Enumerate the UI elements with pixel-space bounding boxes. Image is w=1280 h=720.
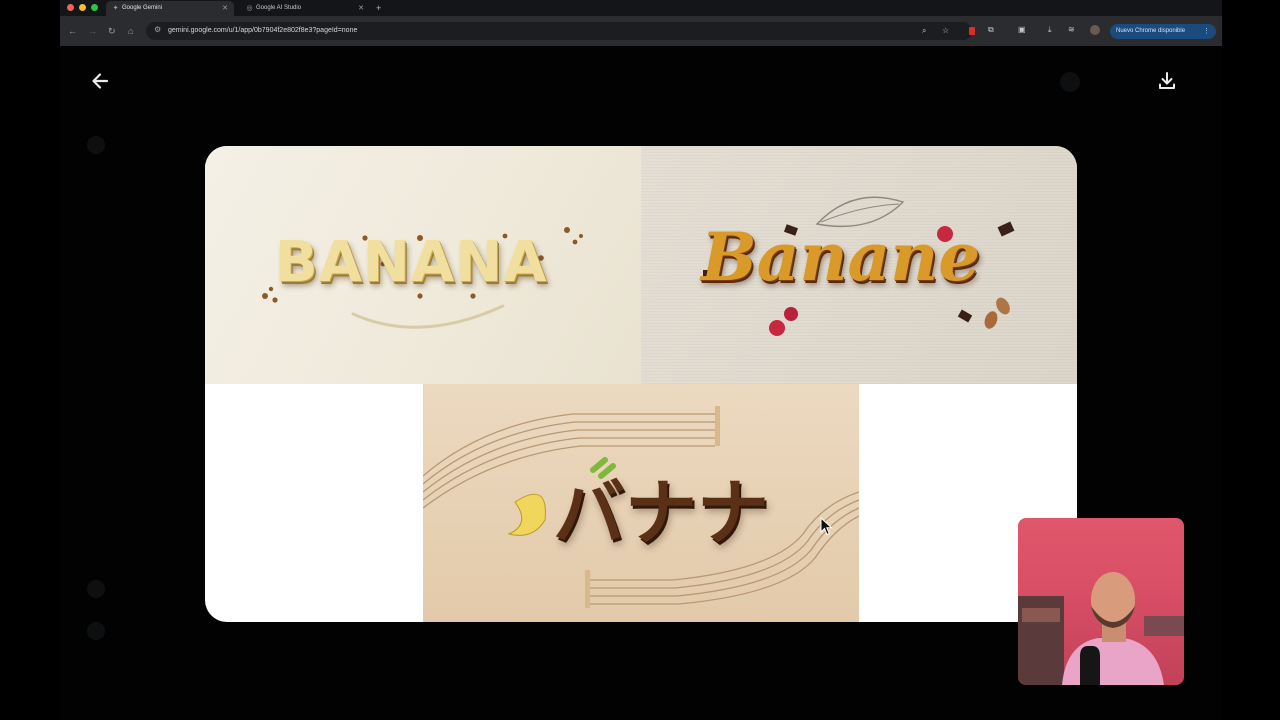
tab-title: Google AI Studio <box>256 5 302 11</box>
forward-nav-icon[interactable]: → <box>88 25 97 37</box>
browser-toolbar: ← → ↻ ⌂ ⚙ gemini.google.com/u/1/app/0b79… <box>60 16 1222 46</box>
bookmark-star-icon[interactable]: ☆ <box>942 25 949 37</box>
reload-icon[interactable]: ↻ <box>108 25 116 37</box>
banane-lettering: Banane <box>701 218 981 296</box>
tab-google-ai-studio[interactable]: ◎ Google AI Studio ✕ <box>240 1 370 16</box>
home-icon[interactable]: ⌂ <box>128 25 133 37</box>
close-window-dot[interactable] <box>67 4 74 11</box>
generated-image-card[interactable]: BANANA Banane バナナ <box>205 146 1077 622</box>
presenter-video <box>1018 572 1184 685</box>
site-info-icon[interactable]: ⚙ <box>154 25 161 34</box>
banana-lettering: BANANA <box>275 230 548 295</box>
webcam-overlay <box>1018 518 1184 685</box>
gemini-favicon-icon: ✦ <box>112 5 119 12</box>
tab-title: Google Gemini <box>122 5 163 11</box>
download-button[interactable] <box>1156 70 1178 92</box>
back-nav-icon[interactable]: ← <box>68 25 77 37</box>
update-label: Nuevo Chrome disponible <box>1116 28 1186 34</box>
media-control-icon[interactable]: ≋ <box>1068 24 1075 36</box>
banana-japanese-lettering: バナナ <box>553 471 770 555</box>
dimmed-header-icon <box>1060 72 1080 92</box>
image-panel-banana-japanese: バナナ <box>423 384 859 622</box>
extension-icon[interactable] <box>969 27 975 35</box>
address-bar[interactable]: ⚙ gemini.google.com/u/1/app/0b7904f2e802… <box>146 22 972 40</box>
dimmed-sidebar-icon <box>87 622 105 640</box>
back-button[interactable] <box>89 70 111 92</box>
arrow-left-icon <box>92 73 109 89</box>
tab-google-gemini[interactable]: ✦ Google Gemini ✕ <box>106 1 234 16</box>
more-menu-icon[interactable]: ⋮ <box>1203 24 1210 39</box>
download-icon <box>1159 72 1175 89</box>
profile-avatar[interactable] <box>1090 25 1100 35</box>
url-text: gemini.google.com/u/1/app/0b7904f2e802f8… <box>168 27 358 34</box>
tab-strip: ✦ Google Gemini ✕ ◎ Google AI Studio ✕ + <box>60 0 1222 16</box>
extensions-puzzle-icon[interactable]: ⧉ <box>988 24 994 36</box>
dimmed-sidebar-icon <box>87 136 105 154</box>
minimize-window-dot[interactable] <box>79 4 86 11</box>
close-tab-icon[interactable]: ✕ <box>222 1 228 16</box>
new-tab-button[interactable]: + <box>376 1 381 15</box>
dimmed-sidebar-icon <box>87 580 105 598</box>
zoom-icon[interactable]: ⌕ <box>922 25 926 37</box>
image-panel-banane: Banane <box>641 146 1077 384</box>
side-panel-icon[interactable]: ▣ <box>1018 24 1026 36</box>
close-tab-icon[interactable]: ✕ <box>358 1 364 16</box>
downloads-icon[interactable]: ⤓ <box>1048 24 1052 36</box>
chrome-update-button[interactable]: Nuevo Chrome disponible ⋮ <box>1110 24 1216 39</box>
browser-window: ✦ Google Gemini ✕ ◎ Google AI Studio ✕ +… <box>60 0 1222 46</box>
ai-studio-favicon-icon: ◎ <box>246 5 253 12</box>
mouse-cursor-icon <box>820 517 833 536</box>
zoom-window-dot[interactable] <box>91 4 98 11</box>
image-panel-banana: BANANA <box>205 146 641 384</box>
